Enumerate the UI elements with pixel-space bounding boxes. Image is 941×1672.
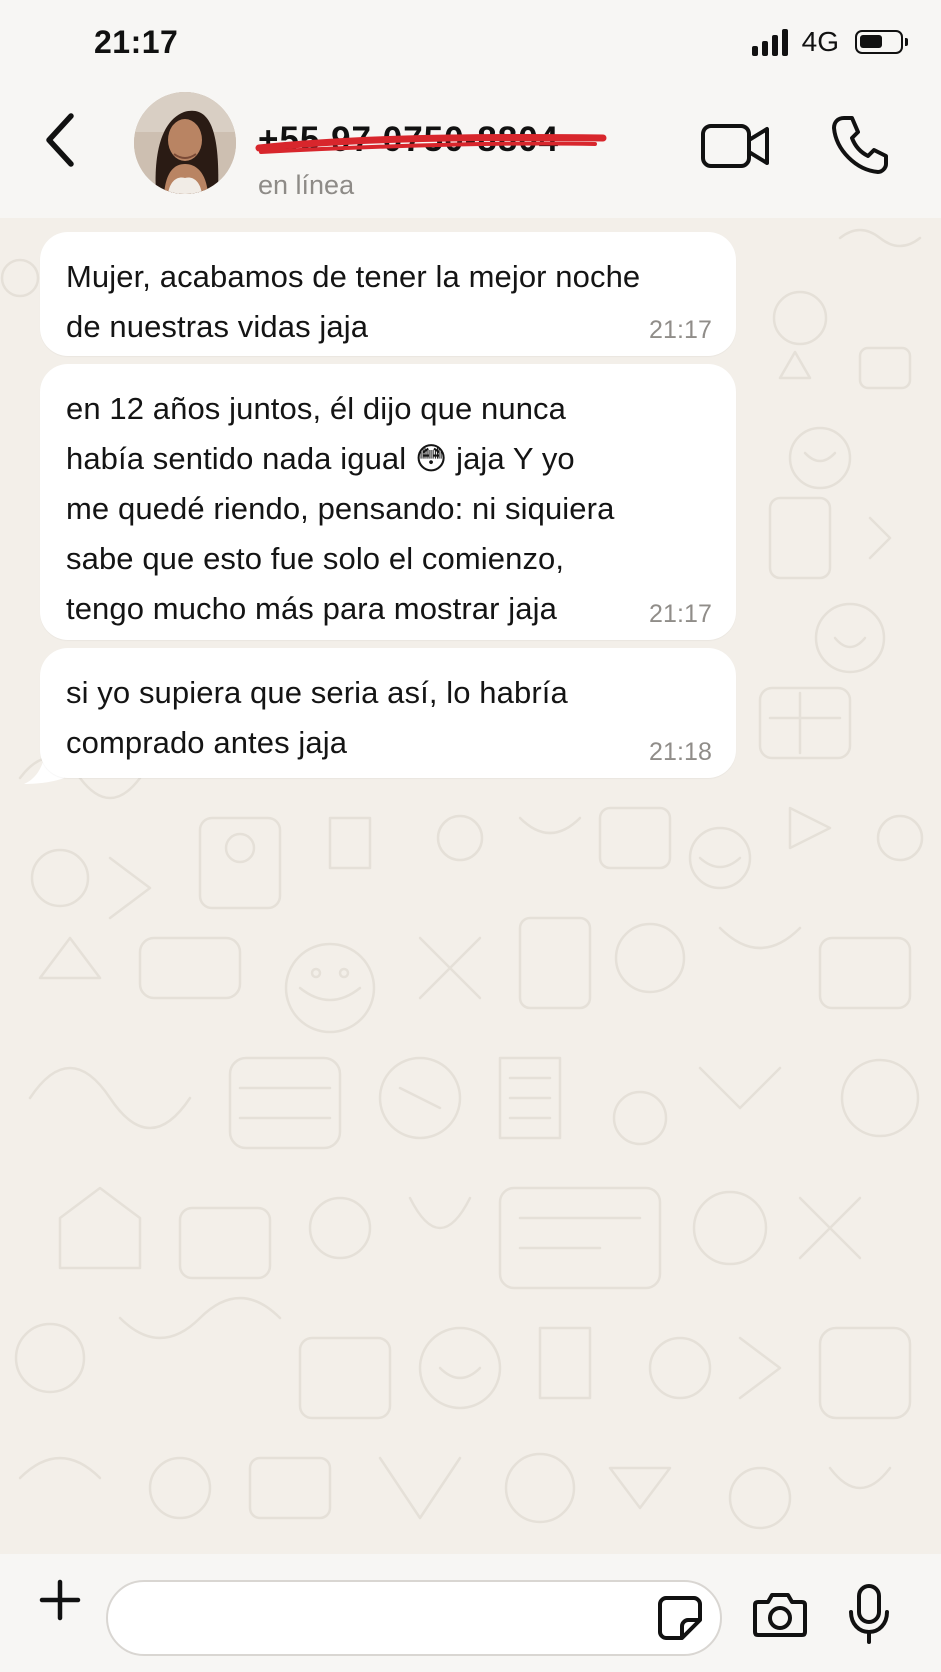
phone-icon [832, 116, 888, 174]
sticker-button[interactable] [656, 1594, 704, 1642]
attach-button[interactable] [36, 1576, 84, 1624]
message-text-line: había sentido nada igual 😳 jaja Y yo [66, 441, 575, 476]
status-indicators: 4G [751, 26, 908, 58]
message-bubble[interactable]: en 12 años juntos, él dijo que nunca hab… [40, 364, 736, 640]
message-time: 21:17 [648, 316, 712, 344]
microphone-button[interactable] [846, 1582, 892, 1646]
message-text-line: sabe que esto fue solo el comienzo, [66, 541, 565, 576]
avatar-photo [134, 92, 236, 194]
message-time: 21:17 [648, 600, 712, 628]
message-text-line: de nuestras vidas jaja [66, 309, 369, 344]
camera-icon [753, 1593, 807, 1637]
chat-screen: 21:17 4G +55 97 0750-8804 en línea Mujer… [0, 0, 941, 1672]
chevron-left-icon [46, 113, 74, 167]
message-text-line: si yo supiera que seria así, lo habría [66, 675, 568, 710]
contact-name[interactable]: +55 97 0750-8804 [258, 120, 559, 160]
video-call-button[interactable] [700, 118, 772, 174]
message-time: 21:18 [648, 738, 712, 766]
battery-icon [855, 30, 908, 54]
message-text-line: me quedé riendo, pensando: ni siquiera [66, 491, 615, 526]
voice-call-button[interactable] [830, 112, 890, 176]
chat-area[interactable]: Mujer, acabamos de tener la mejor noche … [0, 218, 941, 1554]
microphone-icon [849, 1584, 889, 1644]
message-text-line: comprado antes jaja [66, 725, 348, 760]
input-bar [0, 1554, 941, 1672]
message-input[interactable] [106, 1580, 722, 1656]
video-camera-icon [701, 124, 769, 168]
message-text-line: en 12 años juntos, él dijo que nunca [66, 391, 566, 426]
message-bubble[interactable]: si yo supiera que seria así, lo habría c… [40, 648, 736, 778]
message-text-line: Mujer, acabamos de tener la mejor noche [66, 259, 641, 294]
plus-icon [39, 1579, 81, 1621]
status-bar: 21:17 4G [0, 0, 941, 86]
contact-avatar[interactable] [134, 92, 236, 194]
network-type: 4G [801, 26, 839, 57]
battery-level [860, 35, 882, 48]
status-time: 21:17 [94, 24, 179, 60]
chat-header: +55 97 0750-8804 en línea [0, 86, 941, 218]
message-bubble[interactable]: Mujer, acabamos de tener la mejor noche … [40, 232, 736, 356]
signal-icon [751, 28, 788, 56]
contact-status: en línea [258, 170, 355, 200]
camera-button[interactable] [752, 1588, 808, 1640]
sticker-icon [658, 1596, 702, 1640]
back-button[interactable] [32, 108, 88, 172]
message-text-line: tengo mucho más para mostrar jaja [66, 591, 557, 626]
